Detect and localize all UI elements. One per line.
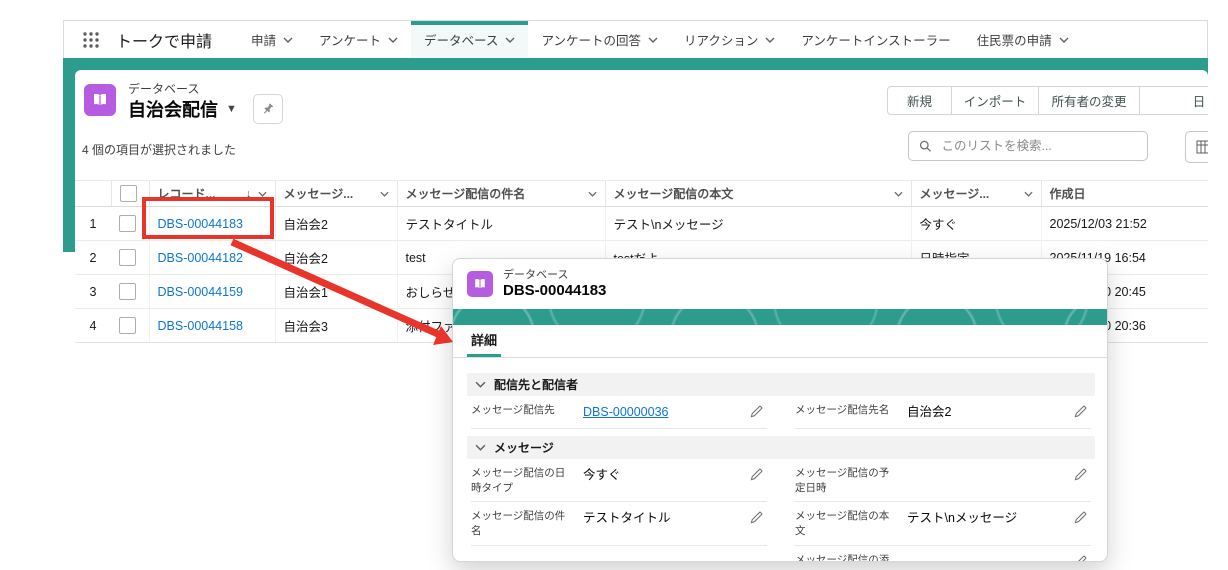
list-search: [908, 131, 1148, 161]
popup-header-band: [453, 309, 1107, 325]
row-checkbox[interactable]: [119, 215, 136, 232]
search-input[interactable]: [939, 138, 1137, 154]
chevron-down-icon: [388, 37, 398, 43]
tab-anketo-installer[interactable]: アンケートインストーラー: [788, 21, 963, 58]
chevron-down-icon: [379, 191, 389, 197]
table-icon: [1196, 140, 1208, 154]
table-header-row: レコード... ↓ メッセージ... メッセージ配信の件名 メッセージ配信の本文: [75, 180, 1208, 207]
edit-icon[interactable]: [1074, 511, 1087, 529]
page: { "colors":{"teal":"#2a9d90","purple":"#…: [0, 0, 1228, 570]
section-message[interactable]: メッセージ: [467, 436, 1095, 459]
column-header-timing[interactable]: メッセージ...: [910, 180, 1041, 207]
column-header-name[interactable]: メッセージ...: [274, 180, 397, 207]
chevron-down-icon: [475, 444, 486, 451]
tab-shinsei[interactable]: 申請: [238, 21, 306, 58]
chevron-down-icon: [648, 37, 658, 43]
pin-icon: [263, 103, 274, 114]
chevron-down-icon: [257, 191, 267, 197]
tab-anketo-kaito[interactable]: アンケートの回答: [528, 21, 671, 58]
field-timing-type: メッセージ配信の日時タイプ 今すぐ: [471, 459, 767, 503]
select-all-checkbox[interactable]: [119, 185, 137, 202]
chevron-down-icon: [475, 381, 486, 388]
app-launcher-icon[interactable]: [80, 29, 102, 51]
import-button[interactable]: インポート: [951, 86, 1039, 115]
tab-juminhyo[interactable]: 住民票の申請: [964, 21, 1082, 58]
new-button[interactable]: 新規: [887, 86, 952, 115]
popup-entity-label: データベース: [503, 268, 569, 281]
tab-database[interactable]: データベース: [411, 21, 529, 58]
popup-record-title: DBS-00044183: [503, 282, 607, 300]
pin-button[interactable]: [252, 94, 283, 124]
popup-tabbar: 詳細: [453, 325, 1107, 358]
search-icon: [919, 140, 931, 152]
section-recipients[interactable]: 配信先と配信者: [467, 373, 1095, 396]
change-owner-button[interactable]: 所有者の変更: [1038, 86, 1140, 115]
tab-reaction[interactable]: リアクション: [671, 21, 788, 58]
edit-icon[interactable]: [750, 468, 763, 486]
row-checkbox[interactable]: [119, 249, 136, 266]
edit-icon[interactable]: [750, 511, 763, 529]
edit-icon[interactable]: [750, 405, 763, 423]
column-header-subject[interactable]: メッセージ配信の件名: [396, 180, 605, 207]
list-view-selector-caret[interactable]: ▼: [226, 103, 237, 115]
column-header-body[interactable]: メッセージ配信の本文: [604, 180, 911, 207]
record-link[interactable]: DBS-00044183: [158, 217, 243, 231]
chevron-down-icon: [765, 37, 775, 43]
list-display-button[interactable]: [1185, 131, 1208, 163]
list-actions: 新規 インポート 所有者の変更 日: [887, 86, 1208, 115]
record-link[interactable]: DBS-00044182: [158, 251, 243, 265]
database-object-icon: [467, 271, 493, 297]
edit-icon[interactable]: [1074, 405, 1087, 423]
chevron-down-icon: [1023, 191, 1033, 197]
database-object-icon: [84, 84, 116, 116]
field-body: メッセージ配信の本文 テスト\nメッセージ: [795, 502, 1091, 546]
global-nav: トークで申請 申請 アンケート データベース アンケートの回答 リアクション ア…: [63, 20, 1208, 58]
tab-details[interactable]: 詳細: [466, 330, 502, 357]
row-checkbox[interactable]: [119, 283, 136, 300]
tab-anketo[interactable]: アンケート: [306, 21, 411, 58]
list-view-title: 自治会配信: [128, 100, 218, 120]
table-row: 1 DBS-00044183 自治会2 テストタイトル テスト\nメッセージ 今…: [75, 206, 1208, 241]
edit-icon[interactable]: [1074, 468, 1087, 486]
field-message-recipient: メッセージ配信先 DBS-00000036: [471, 396, 767, 429]
chevron-down-icon: [505, 37, 515, 43]
chevron-down-icon: [893, 191, 903, 197]
field-attachment-url: メッセージ配信の添付ファイルURL: [795, 546, 1091, 561]
record-link[interactable]: DBS-00000036: [583, 403, 741, 422]
app-name: トークで申請: [116, 33, 213, 51]
edit-icon[interactable]: [1074, 555, 1087, 561]
record-detail-popup: データベース DBS-00044183 詳細 配信先と配信者 メッセージ配信先 …: [452, 258, 1108, 562]
record-link[interactable]: DBS-00044159: [158, 285, 243, 299]
row-checkbox[interactable]: [119, 317, 136, 334]
record-link[interactable]: DBS-00044158: [158, 319, 243, 333]
chevron-down-icon: [587, 191, 597, 197]
field-recipient-name: メッセージ配信先名 自治会2: [795, 396, 1091, 429]
column-header-created[interactable]: 作成日: [1040, 180, 1208, 207]
chevron-down-icon: [283, 37, 293, 43]
selection-status: 4 個の項目が選択されました: [82, 143, 237, 157]
column-header-record[interactable]: レコード... ↓: [148, 180, 275, 207]
chevron-down-icon: [1059, 37, 1069, 43]
sort-desc-icon: ↓: [246, 187, 252, 200]
field-scheduled-datetime: メッセージ配信の予定日時: [795, 459, 1091, 503]
cutoff-button[interactable]: 日: [1139, 86, 1208, 115]
field-subject: メッセージ配信の件名 テストタイトル: [471, 502, 767, 546]
